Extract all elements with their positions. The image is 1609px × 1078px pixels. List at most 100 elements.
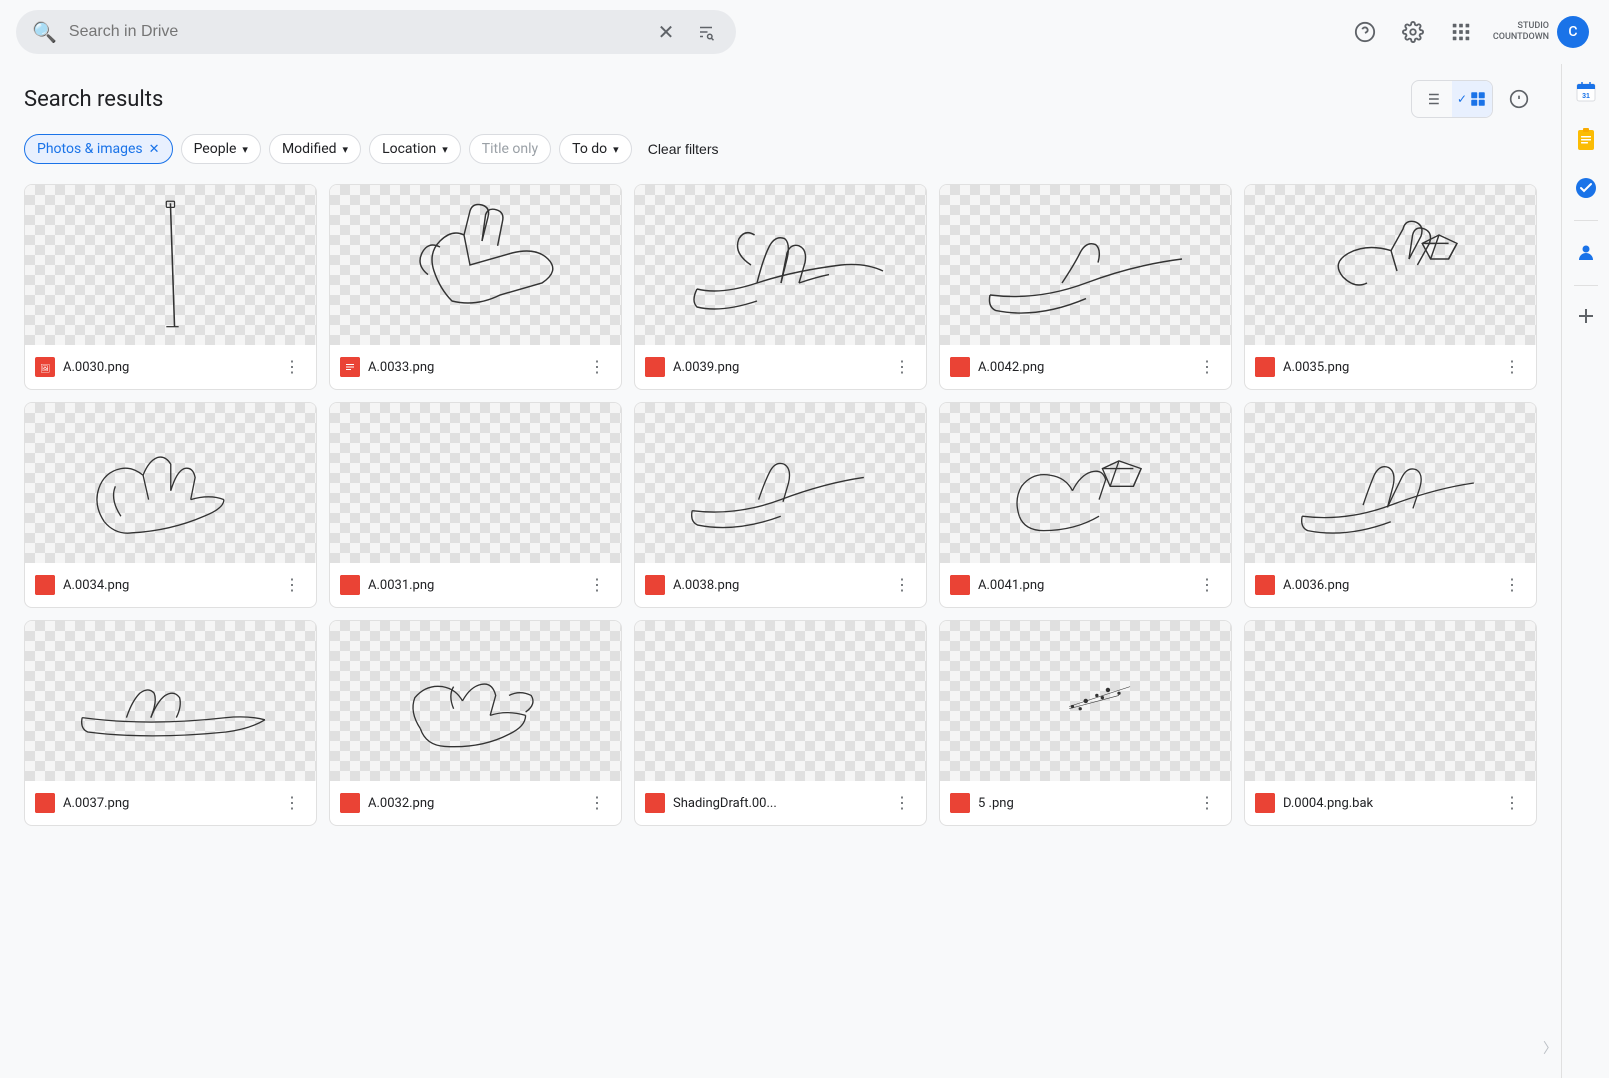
file-card[interactable]: D.0004.png.bak ⋮ xyxy=(1244,620,1537,826)
file-name: A.0030.png xyxy=(63,360,270,375)
filter-chip-location[interactable]: Location ▾ xyxy=(369,134,461,164)
more-options-button[interactable]: ⋮ xyxy=(888,789,916,817)
file-info: 🖼 A.0030.png ⋮ xyxy=(25,345,316,389)
file-name: A.0034.png xyxy=(63,578,270,593)
file-card[interactable]: A.0031.png ⋮ xyxy=(329,402,622,608)
file-info: A.0032.png ⋮ xyxy=(330,781,621,825)
filter-chip-title-only: Title only xyxy=(469,134,551,164)
file-name: A.0036.png xyxy=(1283,578,1490,593)
file-card[interactable]: A.0042.png ⋮ xyxy=(939,184,1232,390)
file-info: A.0042.png ⋮ xyxy=(940,345,1231,389)
more-options-button[interactable]: ⋮ xyxy=(583,571,611,599)
chevron-down-icon: ▾ xyxy=(242,143,248,156)
search-icon: 🔍 xyxy=(32,20,57,44)
file-type-icon: 🖼 xyxy=(35,357,55,377)
more-options-button[interactable]: ⋮ xyxy=(888,571,916,599)
page-header: Search results ✓ xyxy=(24,80,1537,118)
file-name: 5 .png xyxy=(978,796,1185,811)
file-card[interactable]: A.0032.png ⋮ xyxy=(329,620,622,826)
filters-bar: Photos & images ✕ People ▾ Modified ▾ Lo… xyxy=(24,134,1537,164)
tasks-sidebar-button[interactable] xyxy=(1566,168,1606,208)
file-info: A.0031.png ⋮ xyxy=(330,563,621,607)
file-card[interactable]: A.0039.png ⋮ xyxy=(634,184,927,390)
more-options-button[interactable]: ⋮ xyxy=(1193,571,1221,599)
filter-chip-people[interactable]: People ▾ xyxy=(181,134,261,164)
filter-chip-photos-images[interactable]: Photos & images ✕ xyxy=(24,134,173,164)
scroll-to-bottom-indicator[interactable]: 〉 xyxy=(1543,1038,1557,1058)
calendar-sidebar-button[interactable]: 31 xyxy=(1566,72,1606,112)
file-thumbnail xyxy=(330,621,621,781)
file-name: A.0039.png xyxy=(673,360,880,375)
file-card[interactable]: 5 .png ⋮ xyxy=(939,620,1232,826)
chevron-down-icon: ▾ xyxy=(343,143,349,156)
file-card[interactable]: A.0038.png ⋮ xyxy=(634,402,927,608)
search-input[interactable] xyxy=(69,23,640,41)
more-options-button[interactable]: ⋮ xyxy=(583,789,611,817)
file-type-icon xyxy=(645,793,665,813)
file-type-icon xyxy=(950,575,970,595)
file-info: A.0034.png ⋮ xyxy=(25,563,316,607)
right-sidebar: 31 xyxy=(1561,64,1609,1078)
account-button[interactable]: STUDIO COUNTDOWN C xyxy=(1489,12,1593,52)
view-toggle: ✓ xyxy=(1411,80,1493,118)
filter-chip-modified[interactable]: Modified ▾ xyxy=(269,134,361,164)
file-thumbnail xyxy=(330,403,621,563)
more-options-button[interactable]: ⋮ xyxy=(1193,789,1221,817)
filter-label: Location xyxy=(382,141,436,157)
chevron-down-icon: ▾ xyxy=(442,143,448,156)
file-type-icon xyxy=(340,793,360,813)
file-info: A.0036.png ⋮ xyxy=(1245,563,1536,607)
file-thumbnail xyxy=(635,621,926,781)
apps-button[interactable] xyxy=(1441,12,1481,52)
list-view-button[interactable] xyxy=(1412,81,1452,117)
clear-filters-button[interactable]: Clear filters xyxy=(640,135,727,163)
file-card[interactable]: A.0036.png ⋮ xyxy=(1244,402,1537,608)
file-type-icon xyxy=(340,575,360,595)
more-options-button[interactable]: ⋮ xyxy=(1498,789,1526,817)
file-thumbnail xyxy=(940,621,1231,781)
file-thumbnail xyxy=(330,185,621,345)
file-thumbnail xyxy=(1245,621,1536,781)
more-options-button[interactable]: ⋮ xyxy=(583,353,611,381)
file-card[interactable]: A.0041.png ⋮ xyxy=(939,402,1232,608)
grid-view-button[interactable]: ✓ xyxy=(1452,81,1492,117)
filter-label: Modified xyxy=(282,141,337,157)
filter-label: Photos & images xyxy=(37,141,143,157)
file-info: 5 .png ⋮ xyxy=(940,781,1231,825)
file-thumbnail xyxy=(940,185,1231,345)
more-options-button[interactable]: ⋮ xyxy=(278,571,306,599)
account-logo: STUDIO COUNTDOWN xyxy=(1493,21,1549,43)
more-options-button[interactable]: ⋮ xyxy=(1498,571,1526,599)
file-thumbnail xyxy=(25,621,316,781)
file-name: A.0032.png xyxy=(368,796,575,811)
file-card[interactable]: A.0033.png ⋮ xyxy=(329,184,622,390)
help-button[interactable] xyxy=(1345,12,1385,52)
filter-close-icon[interactable]: ✕ xyxy=(149,142,160,157)
file-type-icon xyxy=(35,575,55,595)
filter-chip-to-do[interactable]: To do ▾ xyxy=(559,134,632,164)
info-button[interactable] xyxy=(1501,81,1537,117)
contacts-sidebar-button[interactable] xyxy=(1566,233,1606,273)
filter-label: People xyxy=(194,141,237,157)
search-options-button[interactable] xyxy=(692,18,720,46)
keep-sidebar-button[interactable] xyxy=(1566,120,1606,160)
more-options-button[interactable]: ⋮ xyxy=(278,353,306,381)
file-card[interactable]: ShadingDraft.00... ⋮ xyxy=(634,620,927,826)
topbar: 🔍 ✕ xyxy=(0,0,1609,64)
more-options-button[interactable]: ⋮ xyxy=(1193,353,1221,381)
add-sidebar-button[interactable] xyxy=(1568,298,1604,334)
file-card[interactable]: A.0034.png ⋮ xyxy=(24,402,317,608)
sidebar-divider xyxy=(1574,220,1598,221)
more-options-button[interactable]: ⋮ xyxy=(1498,353,1526,381)
settings-button[interactable] xyxy=(1393,12,1433,52)
file-card[interactable]: A.0037.png ⋮ xyxy=(24,620,317,826)
file-card[interactable]: 🖼 A.0030.png ⋮ xyxy=(24,184,317,390)
file-card[interactable]: A.0035.png ⋮ xyxy=(1244,184,1537,390)
more-options-button[interactable]: ⋮ xyxy=(888,353,916,381)
more-options-button[interactable]: ⋮ xyxy=(278,789,306,817)
file-type-icon xyxy=(950,357,970,377)
file-type-icon xyxy=(1255,793,1275,813)
file-name: A.0038.png xyxy=(673,578,880,593)
main-layout: Search results ✓ xyxy=(0,64,1609,1078)
clear-search-button[interactable]: ✕ xyxy=(652,18,680,46)
